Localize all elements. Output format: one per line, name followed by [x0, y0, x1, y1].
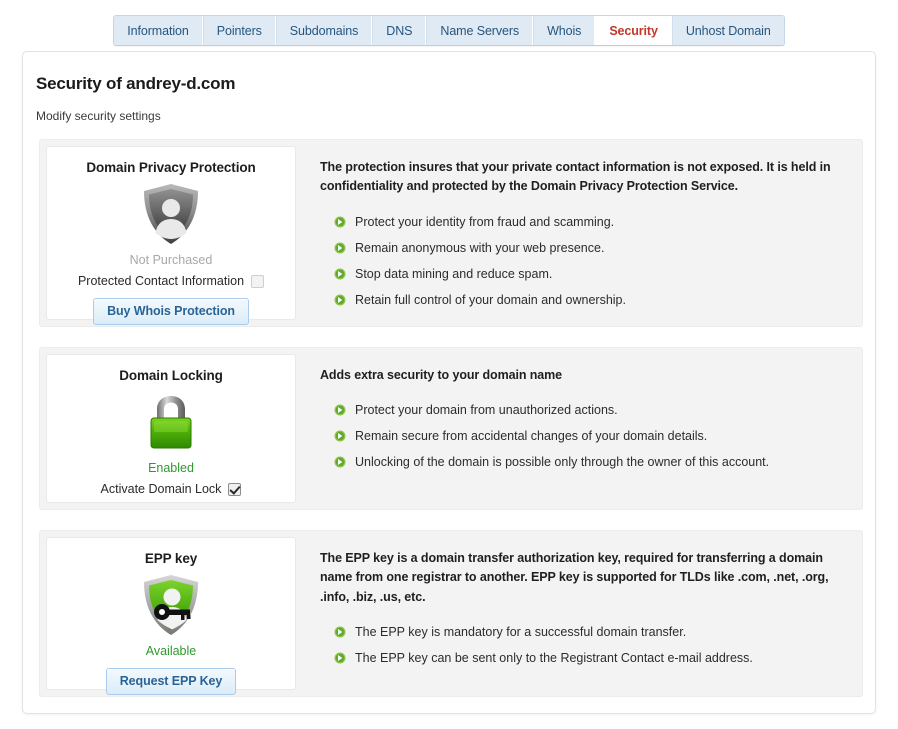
epp-status: Available — [146, 644, 197, 658]
tab-dns[interactable]: DNS — [372, 16, 426, 45]
list-item-text: Protect your domain from unauthorized ac… — [355, 403, 618, 417]
locking-lead-text: Adds extra security to your domain name — [320, 366, 838, 385]
list-item: Remain secure from accidental changes of… — [320, 425, 838, 451]
list-item: Protect your domain from unauthorized ac… — [320, 399, 838, 425]
list-item-text: Protect your identity from fraud and sca… — [355, 215, 614, 229]
list-item: Unlocking of the domain is possible only… — [320, 451, 838, 477]
epp-bullet-list: The EPP key is mandatory for a successfu… — [320, 621, 838, 673]
page-title: Security of andrey-d.com — [36, 74, 235, 94]
list-item-text: The EPP key is mandatory for a successfu… — [355, 625, 686, 639]
epp-description: The EPP key is a domain transfer authori… — [302, 531, 862, 696]
tab-unhost-domain[interactable]: Unhost Domain — [672, 16, 784, 45]
tab-name-servers[interactable]: Name Servers — [426, 16, 533, 45]
privacy-checkbox-label: Protected Contact Information — [78, 274, 244, 288]
tab-pointers[interactable]: Pointers — [203, 16, 276, 45]
list-item-text: The EPP key can be sent only to the Regi… — [355, 651, 753, 665]
tab-security[interactable]: Security — [595, 16, 672, 45]
epp-card: EPP key — [46, 537, 296, 690]
green-arrow-icon — [334, 404, 346, 419]
section-domain-privacy-protection: Domain Privacy Protection — [39, 139, 863, 327]
privacy-lead-text: The protection insures that your private… — [320, 158, 838, 197]
protected-contact-information-checkbox[interactable] — [251, 275, 264, 288]
locking-description: Adds extra security to your domain name … — [302, 348, 862, 509]
domain-tabs: Information Pointers Subdomains DNS Name… — [0, 14, 898, 46]
locking-card-title: Domain Locking — [119, 368, 223, 383]
tab-strip: Information Pointers Subdomains DNS Name… — [113, 15, 784, 46]
green-arrow-icon — [334, 456, 346, 471]
locking-bullet-list: Protect your domain from unauthorized ac… — [320, 399, 838, 477]
page-subtitle: Modify security settings — [36, 109, 161, 123]
list-item-text: Remain secure from accidental changes of… — [355, 429, 707, 443]
green-arrow-icon — [334, 652, 346, 667]
content-container: Security of andrey-d.com Modify security… — [22, 51, 876, 714]
list-item: Remain anonymous with your web presence. — [320, 237, 838, 263]
locking-status: Enabled — [148, 461, 194, 475]
green-arrow-icon — [334, 430, 346, 445]
padlock-green-icon — [140, 390, 202, 456]
tab-subdomains[interactable]: Subdomains — [276, 16, 373, 45]
tab-information[interactable]: Information — [114, 16, 202, 45]
locking-checkbox-row: Activate Domain Lock — [101, 482, 242, 496]
privacy-description: The protection insures that your private… — [302, 140, 862, 326]
privacy-status: Not Purchased — [130, 253, 213, 267]
shield-key-green-icon — [140, 573, 202, 639]
shield-person-gray-icon — [140, 182, 202, 248]
green-arrow-icon — [334, 294, 346, 309]
locking-checkbox-label: Activate Domain Lock — [101, 482, 222, 496]
epp-lead-text: The EPP key is a domain transfer authori… — [320, 549, 838, 607]
green-arrow-icon — [334, 626, 346, 641]
green-arrow-icon — [334, 268, 346, 283]
list-item-text: Retain full control of your domain and o… — [355, 293, 626, 307]
privacy-bullet-list: Protect your identity from fraud and sca… — [320, 211, 838, 315]
green-arrow-icon — [334, 216, 346, 231]
security-page: Information Pointers Subdomains DNS Name… — [0, 0, 898, 729]
section-domain-locking: Domain Locking — [39, 347, 863, 510]
section-epp-key: EPP key — [39, 530, 863, 697]
privacy-checkbox-row: Protected Contact Information — [78, 274, 264, 288]
privacy-card-title: Domain Privacy Protection — [86, 160, 255, 175]
list-item: Stop data mining and reduce spam. — [320, 263, 838, 289]
list-item-text: Stop data mining and reduce spam. — [355, 267, 552, 281]
list-item: The EPP key is mandatory for a successfu… — [320, 621, 838, 647]
list-item: Retain full control of your domain and o… — [320, 289, 838, 315]
list-item-text: Remain anonymous with your web presence. — [355, 241, 604, 255]
request-epp-key-button[interactable]: Request EPP Key — [106, 668, 236, 695]
locking-card: Domain Locking — [46, 354, 296, 503]
privacy-card: Domain Privacy Protection — [46, 146, 296, 320]
list-item-text: Unlocking of the domain is possible only… — [355, 455, 769, 469]
list-item: The EPP key can be sent only to the Regi… — [320, 647, 838, 673]
green-arrow-icon — [334, 242, 346, 257]
list-item: Protect your identity from fraud and sca… — [320, 211, 838, 237]
activate-domain-lock-checkbox[interactable] — [228, 483, 241, 496]
buy-whois-protection-button[interactable]: Buy Whois Protection — [93, 298, 249, 325]
epp-card-title: EPP key — [145, 551, 197, 566]
tab-whois[interactable]: Whois — [533, 16, 595, 45]
